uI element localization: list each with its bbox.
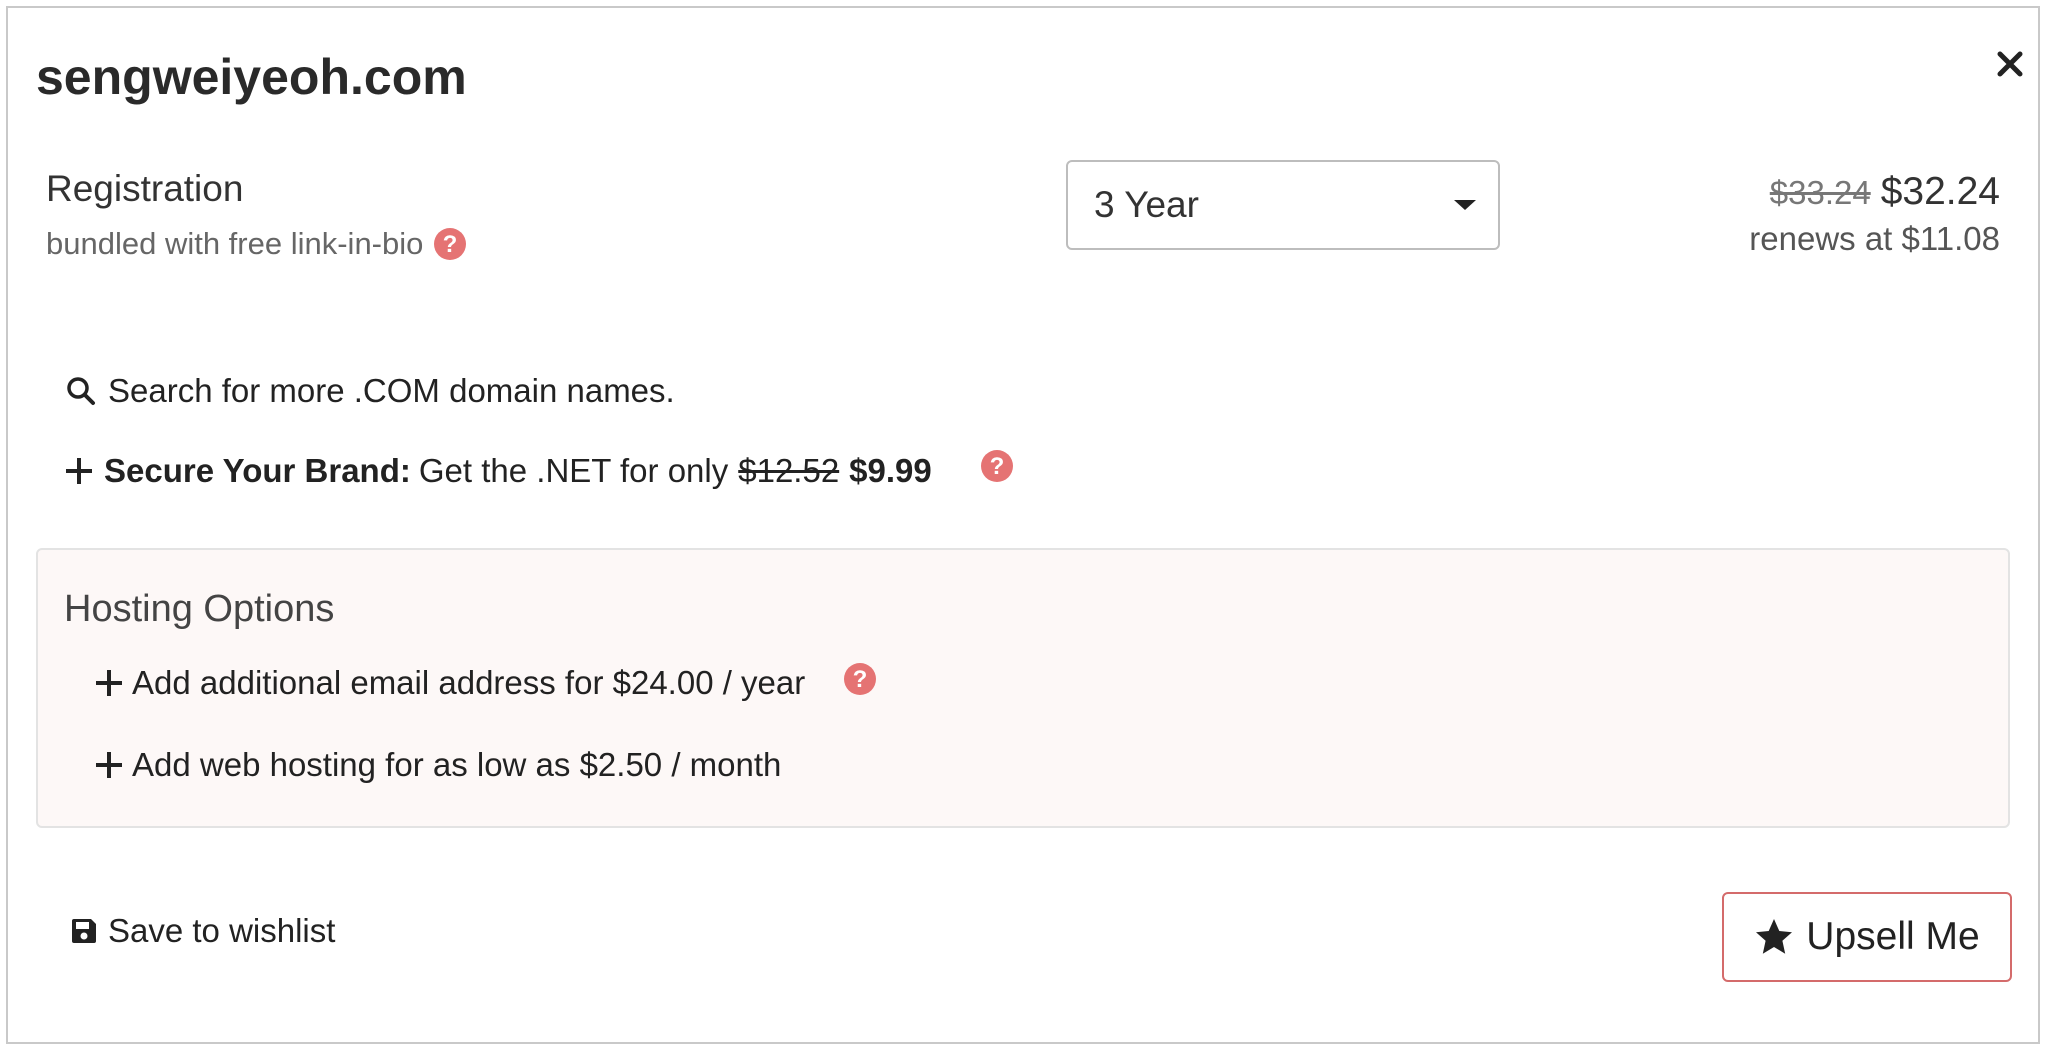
close-icon[interactable] [1988,42,2032,86]
upsell-me-button[interactable]: Upsell Me [1722,892,2012,982]
add-email-label: Add additional email address for $24.00 … [132,664,806,701]
domain-title: sengweiyeoh.com [36,49,467,105]
price-new: $32.24 [1880,170,2000,213]
registration-label: Registration [46,168,244,209]
svg-text:?: ? [443,231,458,258]
net-old-price: $12.52 [738,452,840,489]
secure-brand-offer[interactable]: Secure Your Brand: Get the .NET for only… [66,449,1014,490]
save-to-wishlist-link[interactable]: Save to wishlist [70,912,335,950]
add-web-hosting-label: Add web hosting for as low as $2.50 / mo… [132,746,782,783]
svg-text:?: ? [853,666,868,693]
term-select[interactable]: 3 Year [1066,160,1500,250]
upsell-label: Upsell Me [1806,915,1980,958]
hosting-options-title: Hosting Options [64,588,335,630]
help-icon[interactable]: ? [843,662,877,696]
plus-icon [96,670,122,696]
star-icon [1756,919,1793,954]
search-icon [67,377,95,405]
chevron-down-icon [1454,200,1476,210]
secure-brand-text: Get the .NET for only [418,452,729,489]
hosting-options-panel: Hosting Options Add additional email add… [36,548,2010,828]
search-more-label: Search for more .COM domain names. [108,372,675,409]
plus-icon [66,458,92,484]
net-new-price: $9.99 [849,452,932,489]
search-more-link[interactable]: Search for more .COM domain names. [66,372,675,410]
svg-text:?: ? [989,453,1004,480]
wishlist-label: Save to wishlist [108,912,336,949]
term-select-value: 3 Year [1094,184,1199,225]
save-icon [72,919,96,943]
registration-sublabel: bundled with free link-in-bio [46,226,424,261]
registration-price: $33.24 $32.24 renews at $11.08 [1749,170,2000,258]
add-email-option[interactable]: Add additional email address for $24.00 … [96,662,877,702]
renewal-price: renews at $11.08 [1749,220,2000,257]
price-old: $33.24 [1769,174,1871,211]
secure-brand-label: Secure Your Brand: [104,452,411,489]
add-web-hosting-option[interactable]: Add web hosting for as low as $2.50 / mo… [96,746,781,784]
help-icon[interactable]: ? [980,449,1014,483]
domain-modal: sengweiyeoh.com Registration bundled wit… [6,6,2040,1044]
registration-sublabel-row: bundled with free link-in-bio ? [46,226,467,262]
help-icon[interactable]: ? [433,227,467,261]
plus-icon [96,752,122,778]
